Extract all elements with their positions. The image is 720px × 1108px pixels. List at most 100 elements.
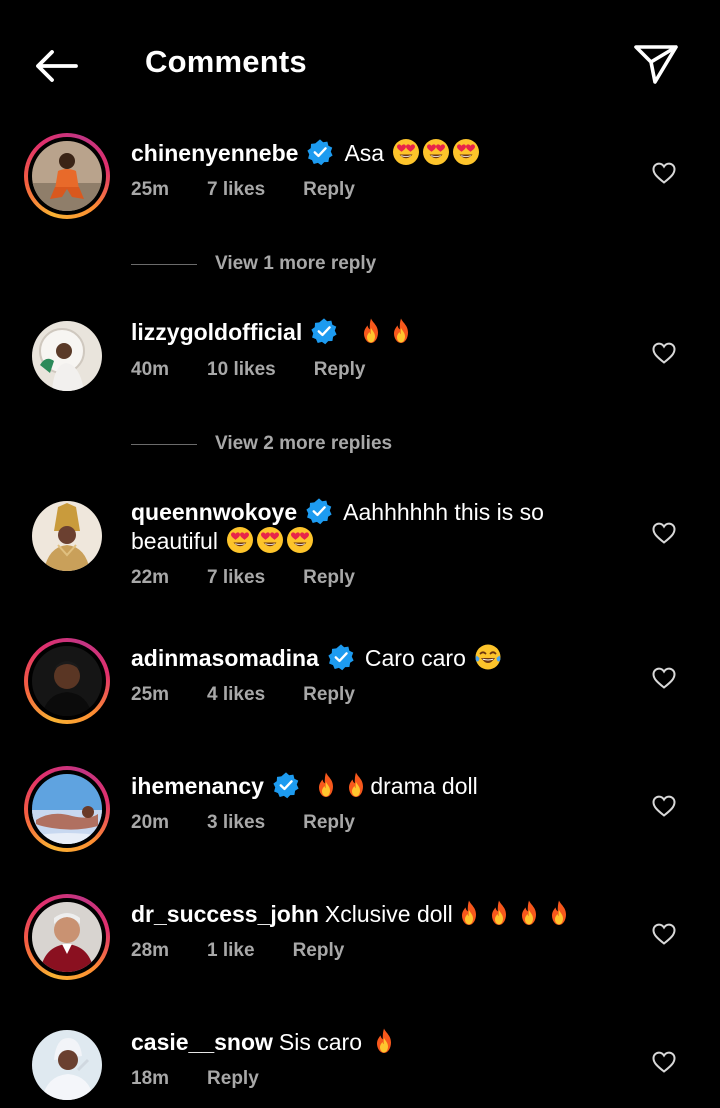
verified-badge-icon — [272, 771, 300, 799]
avatar-story-ring[interactable] — [24, 894, 110, 980]
fire-emoji-icon — [455, 899, 483, 927]
comment-time: 20m — [131, 812, 170, 833]
comment-username[interactable]: casie__snow — [131, 1029, 273, 1055]
comment-meta: 28m 1 like Reply — [131, 940, 382, 962]
avatar — [32, 774, 102, 844]
comment-time: 25m — [131, 179, 170, 200]
like-heart-icon[interactable] — [651, 665, 677, 691]
comment-text: Aahhhhhh this is so — [343, 499, 544, 525]
comment-text: Xclusive doll — [324, 901, 453, 927]
view-replies-label: View 2 more replies — [215, 433, 393, 454]
comment-likes[interactable]: 7 likes — [207, 567, 265, 588]
avatar — [32, 902, 102, 972]
comment-body: dr_success_john Xclusive doll — [131, 899, 573, 928]
avatar-wrap[interactable] — [24, 493, 110, 579]
reply-button[interactable]: Reply — [314, 359, 366, 380]
fire-emoji-icon — [485, 899, 513, 927]
fire-emoji-icon — [545, 899, 573, 927]
view-replies-label: View 1 more reply — [215, 253, 377, 274]
fire-emoji-icon — [342, 771, 370, 799]
comment-time: 18m — [131, 1068, 170, 1089]
like-heart-icon[interactable] — [651, 160, 677, 186]
reply-button[interactable]: Reply — [303, 567, 355, 588]
comment-body-line2: beautiful — [131, 526, 314, 555]
heart-eyes-emoji-icon — [226, 526, 254, 554]
heart-eyes-emoji-icon — [392, 138, 420, 166]
comment-time: 25m — [131, 684, 170, 705]
comment-likes[interactable]: 3 likes — [207, 812, 265, 833]
heart-eyes-emoji-icon — [422, 138, 450, 166]
heart-eyes-emoji-icon — [452, 138, 480, 166]
like-heart-icon[interactable] — [651, 520, 677, 546]
comment-username[interactable]: ihemenancy — [131, 773, 264, 799]
view-replies-button[interactable]: View 2 more replies — [131, 432, 531, 456]
avatar — [32, 501, 102, 571]
comment-text: Caro caro — [364, 645, 466, 671]
avatar — [32, 1030, 102, 1100]
replies-divider — [131, 443, 197, 445]
reply-button[interactable]: Reply — [207, 1068, 259, 1089]
reply-button[interactable]: Reply — [303, 684, 355, 705]
comment-likes[interactable]: 7 likes — [207, 179, 265, 200]
verified-badge-icon — [310, 317, 338, 345]
paper-plane-icon — [634, 45, 678, 84]
fire-emoji-icon — [312, 771, 340, 799]
comment-meta: 20m 3 likes Reply — [131, 812, 393, 834]
comment-username[interactable]: chinenyennebe — [131, 140, 298, 166]
comment-body: lizzygoldofficial — [131, 317, 415, 346]
comment-meta: 25m 7 likes Reply — [131, 179, 393, 201]
comment-body: queennwokoye Aahhhhhh this is so — [131, 497, 544, 526]
comment-time: 40m — [131, 359, 170, 380]
like-heart-icon[interactable] — [651, 340, 677, 366]
comment-meta: 18m Reply — [131, 1068, 297, 1090]
header-bar: Comments — [0, 0, 720, 128]
view-replies-button[interactable]: View 1 more reply — [131, 252, 531, 276]
reply-button[interactable]: Reply — [293, 940, 345, 961]
replies-divider — [131, 263, 197, 265]
comment-time: 28m — [131, 940, 170, 961]
comment-meta: 22m 7 likes Reply — [131, 567, 393, 589]
avatar-story-ring[interactable] — [24, 766, 110, 852]
reply-button[interactable]: Reply — [303, 812, 355, 833]
avatar-wrap[interactable] — [24, 1022, 110, 1108]
comment-username[interactable]: lizzygoldofficial — [131, 319, 302, 345]
verified-badge-icon — [306, 138, 334, 166]
fire-emoji-icon — [370, 1027, 398, 1055]
heart-eyes-emoji-icon — [256, 526, 284, 554]
like-heart-icon[interactable] — [651, 1049, 677, 1075]
page-title: Comments — [145, 44, 307, 79]
comment-body: chinenyennebe Asa — [131, 138, 480, 167]
arrow-left-icon — [36, 50, 78, 82]
like-heart-icon[interactable] — [651, 793, 677, 819]
avatar-story-ring[interactable] — [24, 133, 110, 219]
avatar — [32, 141, 102, 211]
comment-likes[interactable]: 1 like — [207, 940, 255, 961]
avatar-wrap[interactable] — [24, 313, 110, 399]
verified-badge-icon — [305, 497, 333, 525]
share-button[interactable] — [630, 40, 682, 88]
like-heart-icon[interactable] — [651, 921, 677, 947]
comment-username[interactable]: queennwokoye — [131, 499, 297, 525]
tears-of-joy-emoji-icon — [474, 643, 502, 671]
comment-text: drama doll — [370, 773, 478, 799]
comment-body: adinmasomadina Caro caro — [131, 643, 502, 672]
comment-username[interactable]: adinmasomadina — [131, 645, 319, 671]
comment-meta: 25m 4 likes Reply — [131, 684, 393, 706]
comment-text-continued: beautiful — [131, 528, 218, 554]
avatar — [32, 646, 102, 716]
heart-eyes-emoji-icon — [286, 526, 314, 554]
comment-username[interactable]: dr_success_john — [131, 901, 319, 927]
avatar-story-ring[interactable] — [24, 638, 110, 724]
back-button[interactable] — [28, 42, 84, 90]
comment-time: 22m — [131, 567, 170, 588]
comment-text: Sis caro — [278, 1029, 363, 1055]
fire-emoji-icon — [387, 317, 415, 345]
fire-emoji-icon — [357, 317, 385, 345]
fire-emoji-icon — [515, 899, 543, 927]
comment-likes[interactable]: 10 likes — [207, 359, 276, 380]
reply-button[interactable]: Reply — [303, 179, 355, 200]
comment-body: ihemenancy drama doll — [131, 771, 478, 800]
comment-likes[interactable]: 4 likes — [207, 684, 265, 705]
avatar — [32, 321, 102, 391]
verified-badge-icon — [327, 643, 355, 671]
